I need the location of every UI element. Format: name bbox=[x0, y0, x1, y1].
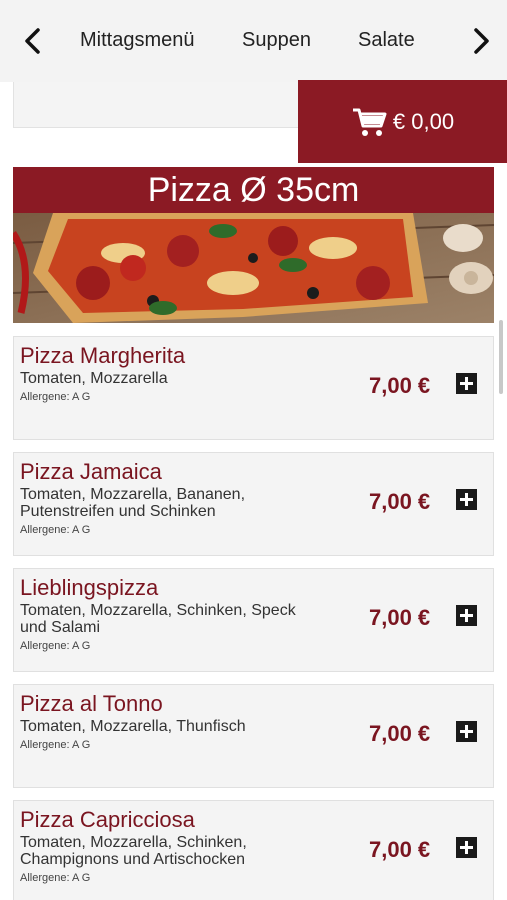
product-allergens: Allergene: A G bbox=[20, 391, 91, 403]
product-allergens: Allergene: A G bbox=[20, 872, 91, 884]
cart-button[interactable]: € 0,00 bbox=[298, 80, 507, 163]
product-price: 7,00 € bbox=[369, 605, 431, 630]
product-description: Tomaten, Mozzarella, Bananen, Putenstrei… bbox=[20, 486, 246, 520]
product-card: Pizza al Tonno Tomaten, Mozzarella, Thun… bbox=[13, 684, 494, 788]
chevron-left-icon[interactable] bbox=[18, 26, 48, 56]
category-image bbox=[13, 213, 494, 323]
product-description: Tomaten, Mozzarella bbox=[20, 370, 168, 387]
product-name: Pizza al Tonno bbox=[20, 691, 163, 716]
product-card: Lieblingspizza Tomaten, Mozzarella, Schi… bbox=[13, 568, 494, 672]
plus-icon[interactable] bbox=[456, 373, 477, 394]
plus-icon[interactable] bbox=[456, 721, 477, 742]
product-price: 7,00 € bbox=[369, 489, 431, 514]
product-description: Tomaten, Mozzarella, Schinken, Champigno… bbox=[20, 834, 247, 868]
product-card: Pizza Capricciosa Tomaten, Mozzarella, S… bbox=[13, 800, 494, 900]
product-price: 7,00 € bbox=[369, 837, 431, 862]
category-title: Pizza Ø 35cm bbox=[13, 167, 494, 213]
plus-icon[interactable] bbox=[456, 605, 477, 626]
product-allergens: Allergene: A G bbox=[20, 739, 91, 751]
product-description: Tomaten, Mozzarella, Thunfisch bbox=[20, 718, 246, 735]
product-name: Pizza Capricciosa bbox=[20, 807, 195, 832]
product-card: Pizza Jamaica Tomaten, Mozzarella, Banan… bbox=[13, 452, 494, 556]
product-name: Lieblingspizza bbox=[20, 575, 159, 600]
product-allergens: Allergene: A G bbox=[20, 640, 91, 652]
product-price: 7,00 € bbox=[369, 373, 431, 398]
product-price: 7,00 € bbox=[369, 721, 431, 746]
plus-icon[interactable] bbox=[456, 489, 477, 510]
nav-item-suppen[interactable]: Suppen bbox=[242, 29, 311, 52]
product-card: Pizza Margherita Tomaten, Mozzarella All… bbox=[13, 336, 494, 440]
cart-total: € 0,00 bbox=[392, 108, 455, 134]
plus-icon[interactable] bbox=[456, 837, 477, 858]
category-nav-bar: Mittagsmenü Suppen Salate bbox=[0, 0, 507, 82]
cart-icon bbox=[352, 108, 387, 136]
product-allergens: Allergene: A G bbox=[20, 524, 91, 536]
nav-item-salate[interactable]: Salate bbox=[358, 29, 415, 52]
product-description: Tomaten, Mozzarella, Schinken, Speck und… bbox=[20, 602, 296, 636]
scrollbar[interactable] bbox=[499, 320, 503, 394]
nav-item-mittagsmenu[interactable]: Mittagsmenü bbox=[80, 29, 195, 52]
product-name: Pizza Jamaica bbox=[20, 459, 162, 484]
product-name: Pizza Margherita bbox=[20, 343, 186, 368]
previous-product-card bbox=[13, 82, 310, 128]
chevron-right-icon[interactable] bbox=[466, 26, 496, 56]
